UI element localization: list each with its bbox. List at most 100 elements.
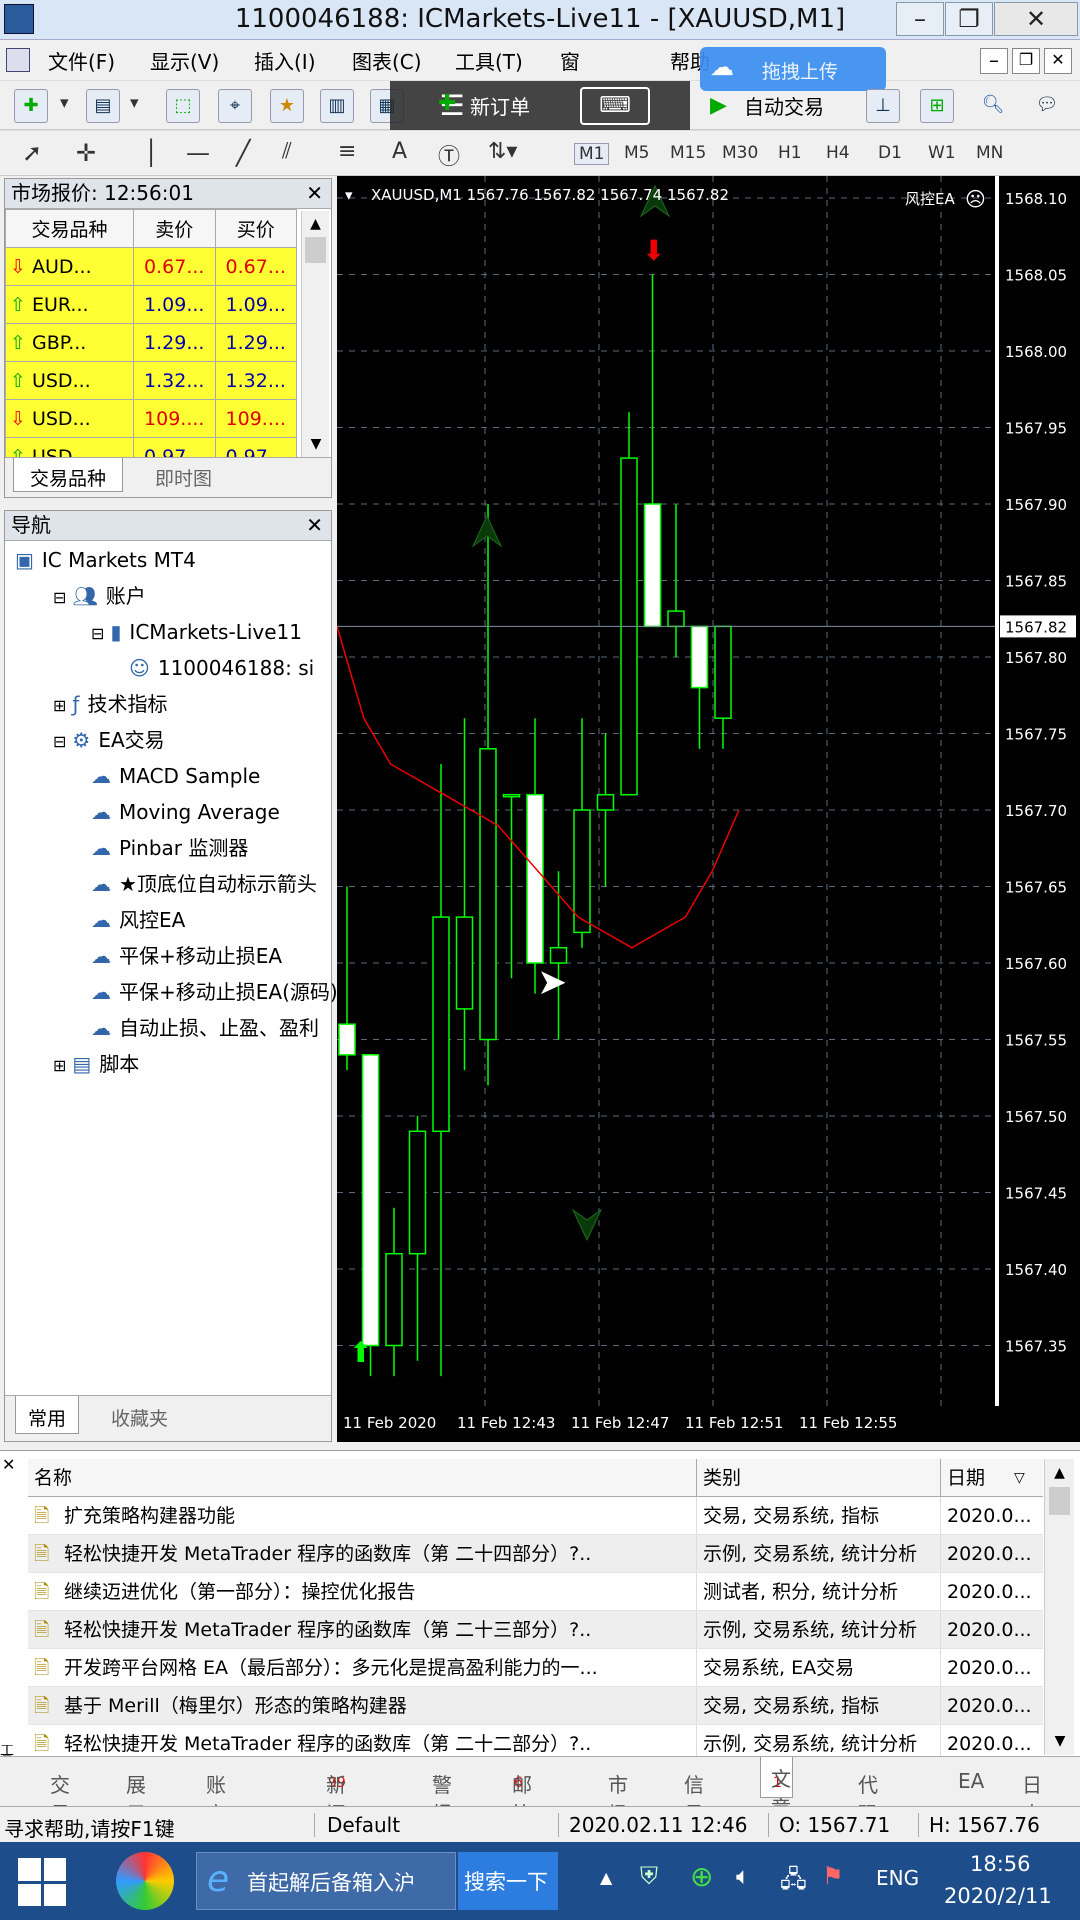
menu-file[interactable]: 文件(F) (48, 46, 115, 75)
nav-item[interactable]: ▣ IC Markets MT4 (15, 545, 196, 575)
nav-item[interactable]: ☁ Pinbar 监测器 (91, 833, 248, 863)
menu-tools[interactable]: 工具(T) (455, 46, 523, 75)
expand-toggle-icon[interactable]: ⊟ (53, 588, 66, 607)
data-window-icon[interactable]: ⌖ (218, 89, 252, 123)
text-label-icon[interactable]: Ⓣ (438, 139, 460, 171)
nav-item[interactable]: ☁ Moving Average (91, 797, 280, 827)
news-scroll-up-icon[interactable]: ▲ (1045, 1459, 1074, 1487)
trendline-icon[interactable]: ╱ (236, 139, 250, 167)
symbol-cell[interactable]: ⇧ GBP... (5, 323, 134, 362)
symbol-cell[interactable]: ⇩ AUD... (5, 247, 134, 286)
nav-item[interactable]: ☁ 自动止损、止盈、盈利 (91, 1013, 319, 1043)
terminal-close-icon[interactable]: ✕ (2, 1455, 15, 1474)
crosshair-icon[interactable]: ✛ (76, 139, 96, 167)
menu-chart[interactable]: 图表(C) (352, 46, 422, 75)
tf-h4[interactable]: H4 (826, 143, 850, 163)
fibonacci-icon[interactable]: ≡ (338, 139, 356, 164)
market-watch-row[interactable]: ⇧ USD... 1.32... 1.32... (5, 361, 297, 400)
col-name[interactable]: 名称 (34, 1459, 72, 1496)
symbol-cell[interactable]: ⇩ USD... (5, 399, 134, 438)
nav-item[interactable]: ☁ 平保+移动止损EA(源码) (91, 977, 338, 1007)
tray-up-arrow-icon[interactable]: ▲ (600, 1868, 612, 1887)
mdi-min-button[interactable]: – (980, 48, 1008, 74)
equidistant-channel-icon[interactable]: ⫽ (282, 139, 292, 164)
arrows-icon[interactable]: ⇅▾ (488, 139, 517, 164)
autoscroll-icon[interactable]: ⊞ (920, 89, 954, 123)
ask-cell[interactable]: 1.29... (214, 323, 297, 362)
minimize-button[interactable]: – (896, 2, 944, 36)
ea-smile-icon[interactable]: ☹ (965, 187, 986, 211)
tab-common[interactable]: 常用 (15, 1396, 80, 1434)
tf-mn[interactable]: MN (976, 143, 1003, 163)
market-watch-scrollbar[interactable]: ▲ ▼ (301, 211, 329, 457)
news-row[interactable]: 🗎︎ 继续迈进优化（第一部分）：操控优化报告 测试者, 积分, 统计分析 2020.0… (28, 1573, 1043, 1611)
news-row[interactable]: 🗎︎ 扩充策略构建器功能 交易, 交易系统, 指标 2020.0... (28, 1497, 1043, 1535)
tf-m15[interactable]: M15 (670, 143, 706, 163)
ask-cell[interactable]: 1.09... (214, 285, 297, 324)
ask-cell[interactable]: 0.67... (214, 247, 297, 286)
tray-volume-icon[interactable]: 🔈︎ (736, 1862, 750, 1890)
tf-h1[interactable]: H1 (778, 143, 802, 163)
market-watch-row[interactable]: ⇧ GBP... 1.29... 1.29... (5, 323, 297, 362)
tf-w1[interactable]: W1 (928, 143, 956, 163)
news-scroll-down-icon[interactable]: ▼ (1045, 1727, 1075, 1755)
profiles-dropdown-icon[interactable]: ▾ (130, 93, 139, 113)
bid-cell[interactable]: 1.29... (133, 323, 216, 362)
cursor-icon[interactable]: ➚ (22, 139, 42, 167)
price-chart[interactable]: 1568.10 1568.05 1568.00 1567.95 1567.90 1567.… (337, 176, 1080, 1442)
tray-language[interactable]: ENG (876, 1866, 919, 1890)
new-order-button[interactable]: 新订单 (470, 91, 530, 120)
ie-taskbar-button[interactable]: e 首起解后备箱入沪 (196, 1852, 456, 1910)
tray-flag-icon[interactable]: ⚑ (822, 1862, 844, 1890)
market-watch-row[interactable]: ⇩ USD... 109.... 109.... (5, 399, 297, 438)
sort-icon[interactable]: ▽ (1014, 1459, 1025, 1496)
horizontal-line-icon[interactable]: — (186, 139, 210, 167)
tab-tick-chart[interactable]: 即时图 (155, 464, 212, 491)
nav-item[interactable]: ☁ 风控EA (91, 905, 185, 935)
nav-item[interactable]: ⊟ ▮ ICMarkets-Live11 (91, 617, 302, 647)
expand-toggle-icon[interactable]: ⊞ (53, 696, 66, 715)
vertical-line-icon[interactable]: │ (144, 139, 158, 167)
nav-item[interactable]: ☺ 1100046188: si (129, 653, 314, 683)
scroll-down-icon[interactable]: ▼ (302, 431, 330, 457)
mdi-restore-button[interactable]: ❐ (1012, 48, 1040, 74)
mdi-close-button[interactable]: ✕ (1044, 48, 1072, 74)
chart-shift-icon[interactable]: ⊥ (866, 89, 900, 123)
expand-toggle-icon[interactable]: ⊟ (53, 732, 66, 751)
nav-item[interactable]: ☁ 平保+移动止损EA (91, 941, 282, 971)
tray-time[interactable]: 18:56 (970, 1852, 1031, 1876)
expand-toggle-icon[interactable]: ⊞ (53, 1056, 66, 1075)
ea-label[interactable]: 风控EA (905, 190, 955, 208)
tf-d1[interactable]: D1 (878, 143, 902, 163)
news-row[interactable]: 🗎︎ 轻松快捷开发 MetaTrader 程序的函数库（第 二十四部分）?.. 示例… (28, 1535, 1043, 1573)
market-watch-row[interactable]: ⇧ EUR... 1.09... 1.09... (5, 285, 297, 324)
news-row[interactable]: 🗎︎ 基于 Merill（梅里尔）形态的策略构建器 交易, 交易系统, 指标 2020… (28, 1687, 1043, 1725)
expand-toggle-icon[interactable]: ⊟ (91, 624, 104, 643)
tray-security-icon[interactable]: ⛨ (640, 1862, 658, 1890)
tf-m5[interactable]: M5 (624, 143, 649, 163)
col-category[interactable]: 类别 (696, 1459, 966, 1496)
bid-cell[interactable]: 109.... (133, 399, 216, 438)
terminal-tab[interactable]: 文章1 (760, 1757, 793, 1820)
new-chart-dropdown-icon[interactable]: ▾ (60, 93, 69, 113)
upload-badge[interactable]: ☁ 拖拽上传 (700, 47, 886, 91)
menu-window[interactable]: 窗 (560, 46, 580, 75)
market-watch-close-icon[interactable]: ✕ (306, 179, 323, 207)
news-row[interactable]: 🗎︎ 开发跨平台网格 EA（最后部分）：多元化是提高盈利能力的一... 交易系统, … (28, 1649, 1043, 1687)
scroll-thumb[interactable] (305, 237, 326, 263)
start-windows-icon[interactable] (18, 1858, 66, 1906)
ask-cell[interactable]: 109.... (214, 399, 297, 438)
close-button[interactable]: ✕ (994, 2, 1078, 36)
menu-insert[interactable]: 插入(I) (254, 46, 316, 75)
nav-item[interactable]: ⊞ ƒ 技术指标 (53, 689, 167, 719)
text-icon[interactable]: A (392, 139, 407, 164)
menu-view[interactable]: 显示(V) (150, 46, 219, 75)
navigator-icon[interactable]: ★ (270, 89, 304, 123)
market-watch-icon[interactable]: ⬚ (166, 89, 200, 123)
nav-item[interactable]: ⊟ 👥︎ 账户 (53, 581, 146, 611)
terminal-icon[interactable]: ▥ (320, 89, 354, 123)
navigator-close-icon[interactable]: ✕ (306, 511, 323, 539)
scroll-up-icon[interactable]: ▲ (302, 211, 329, 237)
tf-m1[interactable]: M1 (574, 143, 610, 165)
tab-symbols[interactable]: 交易品种 (13, 458, 124, 492)
